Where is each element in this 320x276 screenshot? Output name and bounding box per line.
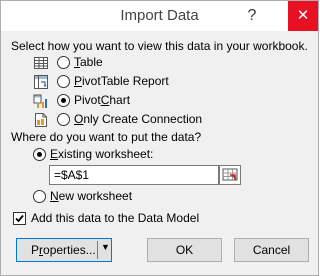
title-bar: Import Data ? ✕ (1, 1, 318, 31)
connection-icon (35, 113, 47, 127)
data-model-checkbox[interactable] (13, 212, 26, 225)
chevron-down-icon[interactable]: ▼ (101, 242, 110, 252)
option-pivotchart-label[interactable]: PivotChart (74, 93, 130, 107)
existing-worksheet-label[interactable]: Existing worksheet: (50, 147, 153, 161)
view-prompt: Select how you want to view this data in… (11, 39, 308, 53)
pivotchart-icon (33, 94, 47, 108)
radio-pivotchart[interactable] (57, 94, 70, 107)
range-selector-icon (222, 168, 238, 181)
radio-table[interactable] (57, 56, 70, 69)
pivottable-icon (34, 75, 48, 89)
new-worksheet-label[interactable]: New worksheet (50, 189, 132, 203)
radio-new-worksheet[interactable] (33, 190, 46, 203)
data-model-label[interactable]: Add this data to the Data Model (31, 211, 199, 225)
help-button[interactable]: ? (237, 1, 267, 31)
split-divider (97, 241, 98, 259)
dialog-title: Import Data (120, 7, 199, 24)
import-data-dialog: Import Data ? ✕ Select how you want to v… (0, 0, 319, 276)
radio-connection[interactable] (57, 113, 70, 126)
cell-reference-input[interactable]: =$A$1 (49, 165, 219, 185)
ok-button[interactable]: OK (147, 238, 222, 262)
location-prompt: Where do you want to put the data? (11, 130, 202, 144)
properties-button-label[interactable]: Properties... (31, 243, 96, 257)
radio-existing-worksheet[interactable] (33, 148, 46, 161)
checkmark-icon (15, 214, 24, 223)
properties-button[interactable]: Properties... ▼ (16, 238, 112, 262)
option-connection-label[interactable]: Only Create Connection (74, 112, 202, 126)
close-button[interactable]: ✕ (288, 1, 318, 31)
collapse-dialog-button[interactable] (219, 165, 241, 185)
cancel-button[interactable]: Cancel (234, 238, 309, 262)
table-icon (34, 57, 48, 69)
option-pivottable-label[interactable]: PivotTable Report (74, 74, 169, 88)
radio-pivottable[interactable] (57, 75, 70, 88)
option-table-label[interactable]: Table (74, 55, 103, 69)
